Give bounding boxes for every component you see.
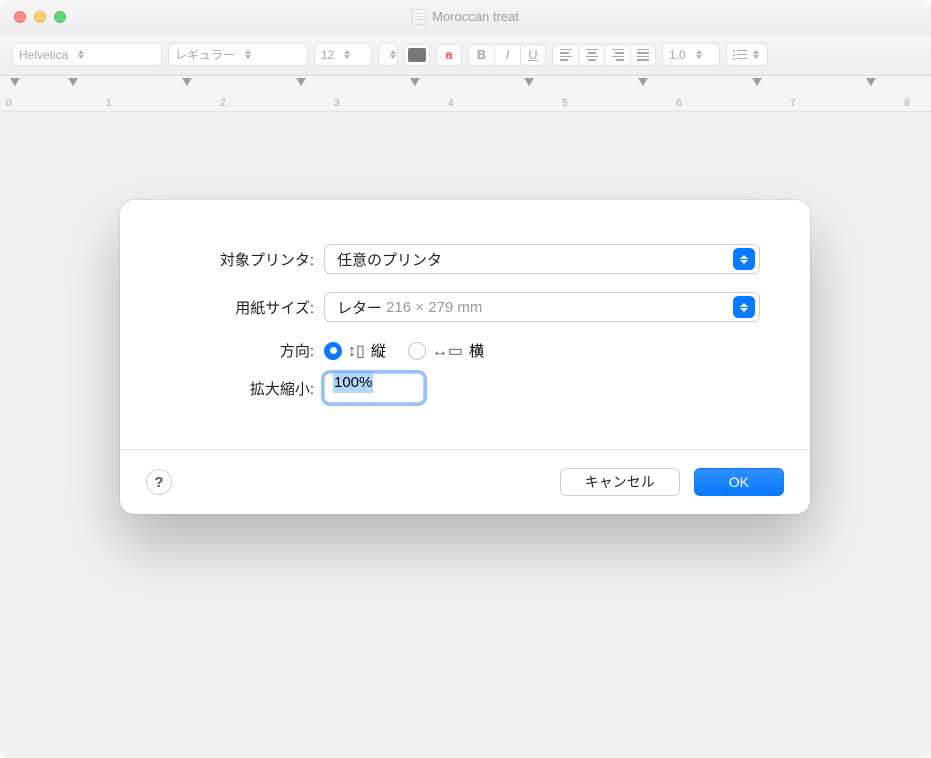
app-window: Moroccan treat Helvetica レギュラー 12 a B I … bbox=[0, 0, 931, 758]
font-style-value: レギュラー bbox=[175, 46, 235, 63]
font-size-select[interactable]: 12 bbox=[314, 43, 372, 66]
ruler-number: 1 bbox=[106, 98, 112, 109]
tabstop-icon[interactable] bbox=[524, 78, 534, 86]
ruler-number: 6 bbox=[676, 98, 682, 109]
dialog-footer: ? キャンセル OK bbox=[120, 449, 810, 514]
align-left-button[interactable] bbox=[552, 44, 578, 66]
italic-button[interactable]: I bbox=[494, 44, 520, 66]
align-center-icon bbox=[586, 49, 598, 61]
printer-label: 対象プリンタ: bbox=[170, 249, 324, 270]
ruler-number: 5 bbox=[562, 98, 568, 109]
strikethrough-icon: a bbox=[445, 47, 452, 62]
orientation-label: 方向: bbox=[170, 340, 324, 361]
bold-button[interactable]: B bbox=[468, 44, 494, 66]
ruler-number: 3 bbox=[334, 98, 340, 109]
ruler-number: 4 bbox=[448, 98, 454, 109]
font-style-select[interactable]: レギュラー bbox=[168, 43, 308, 66]
help-icon: ? bbox=[154, 474, 163, 491]
help-button[interactable]: ? bbox=[146, 469, 172, 495]
ok-button[interactable]: OK bbox=[694, 468, 784, 496]
orientation-landscape-option[interactable]: ↔▭ 横 bbox=[408, 340, 484, 361]
align-justify-icon bbox=[637, 49, 649, 61]
strikethrough-color-button[interactable]: a bbox=[436, 44, 462, 66]
align-left-icon bbox=[560, 49, 572, 61]
paper-size-select[interactable]: レター 216 × 279 mm bbox=[324, 292, 760, 322]
chevron-updown-icon bbox=[390, 50, 396, 59]
window-title: Moroccan treat bbox=[432, 9, 519, 24]
tabstop-icon[interactable] bbox=[638, 78, 648, 86]
document-icon bbox=[412, 9, 426, 25]
color-swatch-icon bbox=[408, 48, 426, 62]
chevron-updown-icon bbox=[243, 50, 253, 59]
line-spacing-select[interactable]: 1.0 bbox=[662, 43, 720, 66]
ruler-number: 2 bbox=[220, 98, 226, 109]
cancel-label: キャンセル bbox=[585, 474, 655, 490]
title-area: Moroccan treat bbox=[0, 9, 931, 25]
chevron-updown-icon bbox=[76, 50, 86, 59]
ruler-number: 0 bbox=[6, 98, 12, 109]
radio-checked-icon bbox=[324, 342, 342, 360]
titlebar: Moroccan treat bbox=[0, 0, 931, 34]
tabstop-icon[interactable] bbox=[68, 78, 78, 86]
text-style-group: B I U bbox=[468, 44, 546, 66]
font-size-value: 12 bbox=[321, 48, 334, 62]
scale-value: 100% bbox=[333, 372, 373, 393]
ok-label: OK bbox=[729, 474, 749, 490]
ruler-number: 7 bbox=[790, 98, 796, 109]
scale-label: 拡大縮小: bbox=[170, 378, 324, 399]
list-style-select[interactable] bbox=[726, 43, 768, 66]
ruler-number: 8 bbox=[904, 98, 910, 109]
tabstop-icon[interactable] bbox=[410, 78, 420, 86]
cancel-button[interactable]: キャンセル bbox=[560, 468, 680, 496]
tabstop-icon[interactable] bbox=[296, 78, 306, 86]
printer-value: 任意のプリンタ bbox=[337, 249, 442, 270]
line-spacing-value: 1.0 bbox=[669, 48, 686, 62]
text-color-button[interactable] bbox=[404, 44, 430, 66]
landscape-icon: ↔▭ bbox=[432, 341, 463, 361]
paper-size-value: レター bbox=[337, 297, 382, 318]
chevron-updown-icon bbox=[694, 50, 704, 59]
font-family-value: Helvetica bbox=[19, 48, 68, 62]
ruler[interactable]: 0 1 2 3 4 5 6 7 8 bbox=[0, 76, 931, 112]
font-family-select[interactable]: Helvetica bbox=[12, 43, 162, 66]
page-setup-dialog: 対象プリンタ: 任意のプリンタ 用紙サイズ: レター 216 × 279 mm bbox=[120, 200, 810, 514]
tabstop-icon[interactable] bbox=[182, 78, 192, 86]
printer-select[interactable]: 任意のプリンタ bbox=[324, 244, 760, 274]
chevron-updown-icon bbox=[342, 50, 352, 59]
chevron-updown-icon bbox=[733, 296, 755, 318]
tabstop-icon[interactable] bbox=[866, 78, 876, 86]
list-icon bbox=[733, 50, 747, 60]
scale-input[interactable]: 100% bbox=[324, 373, 424, 403]
underline-button[interactable]: U bbox=[520, 44, 546, 66]
radio-unchecked-icon bbox=[408, 342, 426, 360]
portrait-icon: ↕▯ bbox=[348, 341, 365, 361]
tabstop-icon[interactable] bbox=[10, 78, 20, 86]
alignment-group bbox=[552, 44, 656, 66]
chevron-updown-icon bbox=[733, 248, 755, 270]
align-right-button[interactable] bbox=[604, 44, 630, 66]
paper-size-label: 用紙サイズ: bbox=[170, 297, 324, 318]
paper-size-dimensions: 216 × 279 mm bbox=[386, 299, 482, 316]
format-toolbar: Helvetica レギュラー 12 a B I U 1.0 bbox=[0, 34, 931, 76]
orientation-portrait-label: 縦 bbox=[371, 340, 386, 361]
align-right-icon bbox=[612, 49, 624, 61]
tabstop-icon[interactable] bbox=[752, 78, 762, 86]
align-justify-button[interactable] bbox=[630, 44, 656, 66]
align-center-button[interactable] bbox=[578, 44, 604, 66]
ruler-tabstops bbox=[0, 78, 931, 90]
chevron-down-icon bbox=[751, 50, 761, 59]
font-size-stepper[interactable] bbox=[378, 43, 398, 66]
orientation-portrait-option[interactable]: ↕▯ 縦 bbox=[324, 340, 386, 361]
orientation-landscape-label: 横 bbox=[469, 340, 484, 361]
